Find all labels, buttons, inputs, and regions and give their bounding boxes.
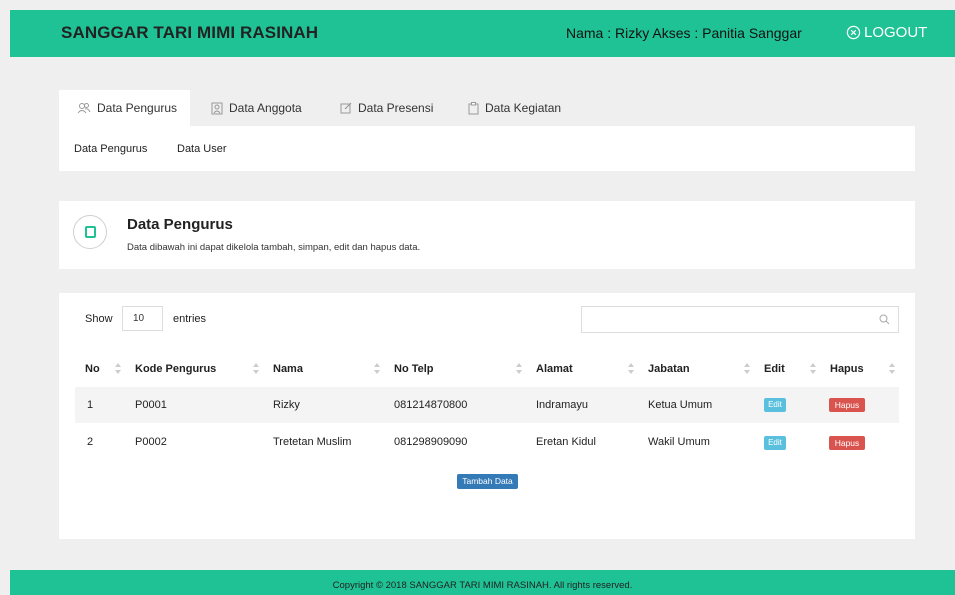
sort-icon[interactable] xyxy=(810,363,816,374)
subnav-data-pengurus[interactable]: Data Pengurus xyxy=(74,143,147,155)
cell-no: 1 xyxy=(87,399,94,411)
page-header-panel: Data Pengurus Data dibawah ini dapat dik… xyxy=(59,201,915,269)
top-navbar: SANGGAR TARI MIMI RASINAH Nama : Rizky A… xyxy=(10,10,955,57)
subnav-data-user[interactable]: Data User xyxy=(177,143,227,155)
clipboard-icon xyxy=(468,101,479,114)
sort-icon[interactable] xyxy=(374,363,380,374)
cell-alamat: Eretan Kidul xyxy=(536,436,596,448)
entries-select[interactable]: 10 xyxy=(122,306,163,331)
main-tabs: Data Pengurus Data Anggota Data Presensi… xyxy=(59,90,915,126)
user-info: Nama : Rizky Akses : Panitia Sanggar xyxy=(566,25,802,41)
page-description: Data dibawah ini dapat dikelola tambah, … xyxy=(127,242,421,253)
sort-icon[interactable] xyxy=(115,363,121,374)
brand-title: SANGGAR TARI MIMI RASINAH xyxy=(61,23,319,42)
search-icon xyxy=(879,314,890,325)
sub-navigation: Data Pengurus Data User xyxy=(59,126,915,171)
logout-button[interactable]: LOGOUT xyxy=(846,24,927,41)
cell-jabatan: Ketua Umum xyxy=(648,399,713,411)
search-input[interactable] xyxy=(582,307,872,332)
tab-label: Data Kegiatan xyxy=(485,101,562,115)
edit-button[interactable]: Edit xyxy=(764,398,786,412)
tab-data-anggota[interactable]: Data Anggota xyxy=(193,90,318,126)
delete-button[interactable]: Hapus xyxy=(829,398,865,412)
page-icon xyxy=(73,215,107,249)
logout-label: LOGOUT xyxy=(864,24,928,41)
edit-button[interactable]: Edit xyxy=(764,436,786,450)
cell-telp: 081298909090 xyxy=(394,436,468,448)
column-header-hapus[interactable]: Hapus xyxy=(830,363,864,375)
cell-alamat: Indramayu xyxy=(536,399,588,411)
footer: Copyright © 2018 SANGGAR TARI MIMI RASIN… xyxy=(10,570,955,595)
column-header-kode-pengurus[interactable]: Kode Pengurus xyxy=(135,363,216,375)
column-header-no-telp[interactable]: No Telp xyxy=(394,363,434,375)
cell-nama: Tretetan Muslim xyxy=(273,436,352,448)
sort-icon[interactable] xyxy=(253,363,259,374)
tab-label: Data Pengurus xyxy=(97,101,178,115)
close-circle-icon xyxy=(846,25,861,40)
cell-no: 2 xyxy=(87,436,94,448)
cell-kode: P0002 xyxy=(135,436,167,448)
entries-label: entries xyxy=(173,313,207,325)
sort-icon[interactable] xyxy=(628,363,634,374)
tab-data-pengurus[interactable]: Data Pengurus xyxy=(59,90,190,126)
cell-nama: Rizky xyxy=(273,399,300,411)
cell-kode: P0001 xyxy=(135,399,167,411)
column-header-nama[interactable]: Nama xyxy=(273,363,303,375)
cell-telp: 081214870800 xyxy=(394,399,468,411)
edit-icon xyxy=(340,102,352,114)
tab-data-kegiatan[interactable]: Data Kegiatan xyxy=(450,90,580,126)
column-header-edit[interactable]: Edit xyxy=(764,363,785,375)
cell-jabatan: Wakil Umum xyxy=(648,436,710,448)
tab-label: Data Anggota xyxy=(229,101,302,115)
user-icon xyxy=(211,102,223,114)
people-icon xyxy=(77,103,91,114)
page-title: Data Pengurus xyxy=(127,216,233,233)
column-header-no[interactable]: No xyxy=(85,363,100,375)
sort-icon[interactable] xyxy=(516,363,522,374)
tab-data-presensi[interactable]: Data Presensi xyxy=(322,90,446,126)
delete-button[interactable]: Hapus xyxy=(829,436,865,450)
sort-icon[interactable] xyxy=(744,363,750,374)
add-data-button[interactable]: Tambah Data xyxy=(457,474,518,489)
show-label: Show xyxy=(85,313,113,325)
search-box xyxy=(581,306,899,333)
tab-label: Data Presensi xyxy=(358,101,434,115)
sort-icon[interactable] xyxy=(889,363,895,374)
copyright-text: Copyright © 2018 SANGGAR TARI MIMI RASIN… xyxy=(332,580,633,591)
column-header-jabatan[interactable]: Jabatan xyxy=(648,363,690,375)
column-header-alamat[interactable]: Alamat xyxy=(536,363,573,375)
